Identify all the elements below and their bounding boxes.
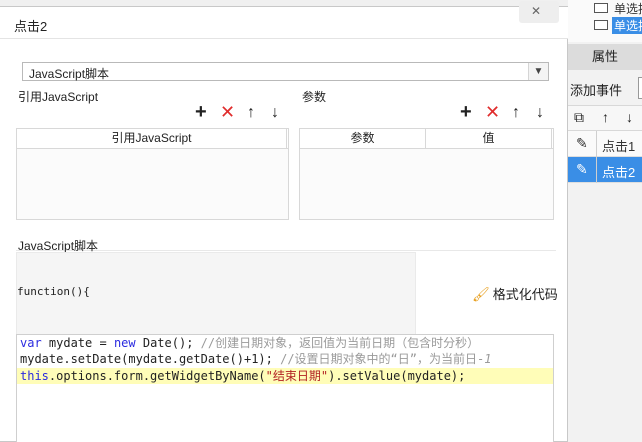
radio-widget-icon bbox=[594, 3, 608, 13]
code-line-2[interactable]: mydate.setDate(mydate.getDate()+1); //设置… bbox=[17, 351, 553, 367]
add-param-icon[interactable]: + bbox=[460, 102, 472, 122]
add-ref-icon[interactable]: + bbox=[195, 102, 207, 122]
move-down-icon[interactable]: ↓ bbox=[626, 109, 633, 125]
code-editor[interactable]: var mydate = new Date(); //创建日期对象，返回值为当前… bbox=[16, 334, 554, 442]
function-header: function(){ bbox=[17, 285, 90, 298]
ref-js-section-label: 引用JavaScript bbox=[18, 90, 99, 104]
ref-js-table-header: 引用JavaScript bbox=[17, 129, 288, 149]
move-param-up-icon[interactable]: ↑ bbox=[512, 105, 520, 121]
move-ref-up-icon[interactable]: ↑ bbox=[247, 105, 255, 121]
close-icon: ✕ bbox=[531, 4, 542, 18]
add-event-label: 添加事件 bbox=[570, 83, 623, 98]
script-type-select[interactable]: JavaScript脚本 ▼ bbox=[22, 62, 549, 81]
brush-icon: 🖌 bbox=[472, 286, 490, 302]
dialog-title: 点击2 bbox=[14, 19, 48, 34]
params-table-header: 参数 值 bbox=[300, 129, 553, 149]
delete-ref-icon[interactable]: ✕ bbox=[220, 103, 235, 121]
move-ref-down-icon[interactable]: ↓ bbox=[271, 105, 279, 121]
event-toolbar: ⧉ ↑ ↓ bbox=[568, 105, 642, 131]
edit-pencil-icon[interactable]: ✎ bbox=[576, 135, 588, 152]
column-header-ref-js: 引用JavaScript bbox=[17, 129, 287, 148]
ref-js-table: 引用JavaScript bbox=[16, 128, 289, 220]
tab-properties[interactable]: 属性 bbox=[568, 44, 642, 70]
chevron-down-icon[interactable]: ▼ bbox=[528, 63, 548, 80]
column-header-value: 值 bbox=[426, 129, 552, 148]
params-table: 参数 值 bbox=[299, 128, 554, 220]
format-code-button[interactable]: 🖌 格式化代码 bbox=[472, 284, 558, 303]
column-header-param: 参数 bbox=[300, 129, 426, 148]
params-section-label: 参数 bbox=[302, 90, 327, 104]
widget-item-radio-1[interactable]: 单选按钮1 bbox=[594, 0, 642, 16]
delete-param-icon[interactable]: ✕ bbox=[485, 103, 500, 121]
dialog-title-bar: 点击2 ✕ bbox=[0, 1, 568, 39]
event-row-2[interactable]: ✎ 点击2 bbox=[568, 157, 642, 183]
add-event-select[interactable] bbox=[638, 77, 642, 99]
right-properties-panel: 单选按钮1 单选按钮2 属性 添加事件 ⧉ ↑ ↓ ✎ 点击1 ✎ 点击2 bbox=[568, 0, 642, 442]
dialog-close-button[interactable]: ✕ bbox=[519, 1, 559, 23]
event-row-1[interactable]: ✎ 点击1 bbox=[568, 131, 642, 157]
edit-pencil-icon[interactable]: ✎ bbox=[576, 161, 588, 178]
move-up-icon[interactable]: ↑ bbox=[602, 109, 609, 125]
widget-list: 单选按钮1 单选按钮2 bbox=[568, 0, 642, 42]
move-param-down-icon[interactable]: ↓ bbox=[536, 105, 544, 121]
radio-widget-icon bbox=[594, 20, 608, 30]
copy-icon[interactable]: ⧉ bbox=[574, 109, 584, 126]
code-line-1[interactable]: var mydate = new Date(); //创建日期对象，返回值为当前… bbox=[17, 335, 553, 351]
code-line-3[interactable]: this.options.form.getWidgetByName("结束日期"… bbox=[17, 368, 553, 384]
widget-item-radio-2[interactable]: 单选按钮2 bbox=[594, 17, 642, 34]
event-row-divider bbox=[596, 131, 597, 183]
